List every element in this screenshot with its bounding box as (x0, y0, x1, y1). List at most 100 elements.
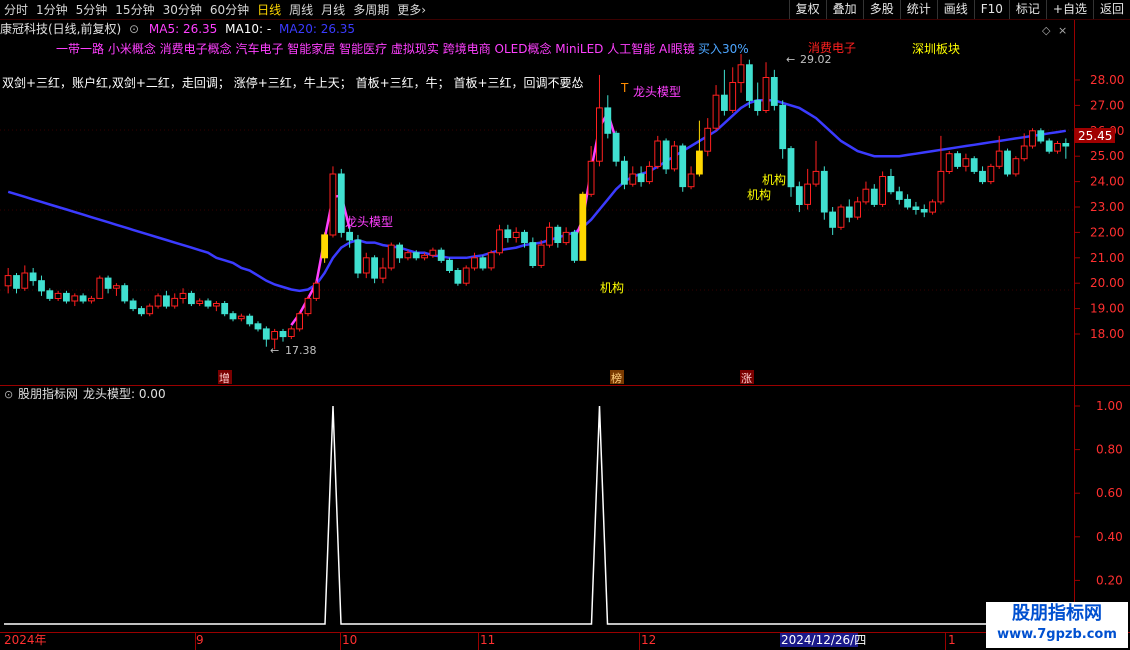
candle (737, 64, 745, 84)
diamond-icon[interactable]: ◇ (1042, 24, 1051, 37)
candle (845, 206, 853, 218)
candle (13, 275, 20, 289)
candle (546, 226, 553, 246)
candle (920, 209, 928, 213)
candle (429, 249, 437, 256)
date-label-sep: 9 (196, 633, 204, 647)
close-icon[interactable]: × (1058, 24, 1067, 37)
kline-chart-svg[interactable]: 28.0027.0026.0025.0024.0023.0022.0021.00… (0, 0, 1130, 650)
candle (929, 201, 937, 213)
candle (246, 315, 254, 325)
high-arrow: ← (786, 53, 795, 66)
candle (237, 315, 245, 320)
price-tick-label: 22.00 (1090, 225, 1124, 239)
candle (54, 292, 62, 299)
candle (487, 252, 495, 269)
candle (754, 99, 762, 112)
candle (138, 308, 145, 315)
date-label-dec: 12 (641, 633, 656, 647)
candle (912, 206, 920, 210)
candle (1012, 158, 1020, 175)
candle (46, 290, 54, 299)
candle (113, 285, 120, 289)
date-label-year: 2024年 (4, 633, 47, 647)
candle (371, 257, 379, 279)
price-tick-label: 19.00 (1090, 302, 1124, 316)
candle (1020, 145, 1028, 160)
candle (904, 198, 912, 208)
candle (979, 170, 986, 183)
candle (596, 107, 603, 162)
watermark-url: www.7gpzb.com (997, 627, 1117, 642)
candle (1045, 140, 1053, 152)
candle (79, 295, 87, 302)
candle (629, 173, 637, 185)
candle (229, 313, 237, 320)
candle (954, 153, 962, 167)
zhang-marker-label: 涨 (741, 372, 752, 385)
candle (304, 297, 312, 315)
candle (746, 64, 753, 101)
date-label-jan: 1 (948, 633, 956, 647)
t-marker: T (620, 81, 629, 95)
date-label-nov: 11 (480, 633, 495, 647)
candle (188, 292, 195, 305)
candle (146, 305, 154, 315)
price-tick-label: 24.00 (1090, 175, 1124, 189)
candle (820, 170, 828, 213)
candle (121, 285, 129, 302)
candle (254, 323, 262, 330)
candle (887, 176, 895, 193)
price-tick-label: 21.00 (1090, 251, 1124, 265)
candle (63, 292, 70, 302)
candle (779, 104, 787, 150)
candle (587, 160, 595, 195)
candle (804, 183, 812, 205)
candle (21, 272, 29, 289)
candle (496, 229, 503, 254)
candle (762, 77, 770, 111)
indicator-collapse-icon[interactable]: ⊙ (4, 388, 13, 401)
candle (721, 94, 728, 111)
candle (479, 257, 487, 269)
indicator-tick-label: 0.80 (1096, 443, 1123, 457)
candle (521, 231, 528, 244)
candle (221, 303, 229, 315)
candle (637, 173, 645, 183)
candle (271, 331, 279, 340)
price-tick-label: 20.00 (1090, 276, 1124, 290)
candle (396, 244, 404, 259)
candle (987, 165, 995, 183)
candle (412, 252, 420, 259)
candle (29, 272, 37, 282)
dragon-model-label-1: 龙头模型 (345, 215, 393, 229)
candle (213, 303, 220, 307)
candle (88, 297, 95, 302)
candle (437, 249, 445, 261)
candle (462, 267, 470, 284)
candle (537, 244, 545, 266)
candle (129, 300, 137, 310)
indicator-panel: 1.00 0.80 0.60 0.40 0.20 (4, 399, 1123, 625)
watermark-title: 股朋指标网 (1012, 603, 1102, 624)
indicator-tick-label: 0.60 (1096, 486, 1123, 500)
candle (179, 292, 187, 299)
date-label-oct: 10 (342, 633, 357, 647)
indicator-source: 股朋指标网 (18, 386, 78, 401)
candle (387, 244, 395, 269)
candle (562, 231, 570, 244)
candle (354, 239, 362, 274)
price-tick-label: 18.00 (1090, 327, 1124, 341)
candle (296, 313, 304, 330)
price-tick-label: 28.00 (1090, 73, 1124, 87)
candle (1037, 130, 1045, 142)
candle (421, 254, 429, 259)
candle (837, 206, 845, 228)
candle (154, 295, 162, 307)
candle (937, 170, 945, 203)
candle (795, 186, 803, 205)
candle (854, 201, 862, 218)
candle (204, 300, 212, 307)
candle (454, 270, 462, 284)
indicator-tick-label: 1.00 (1096, 399, 1123, 413)
